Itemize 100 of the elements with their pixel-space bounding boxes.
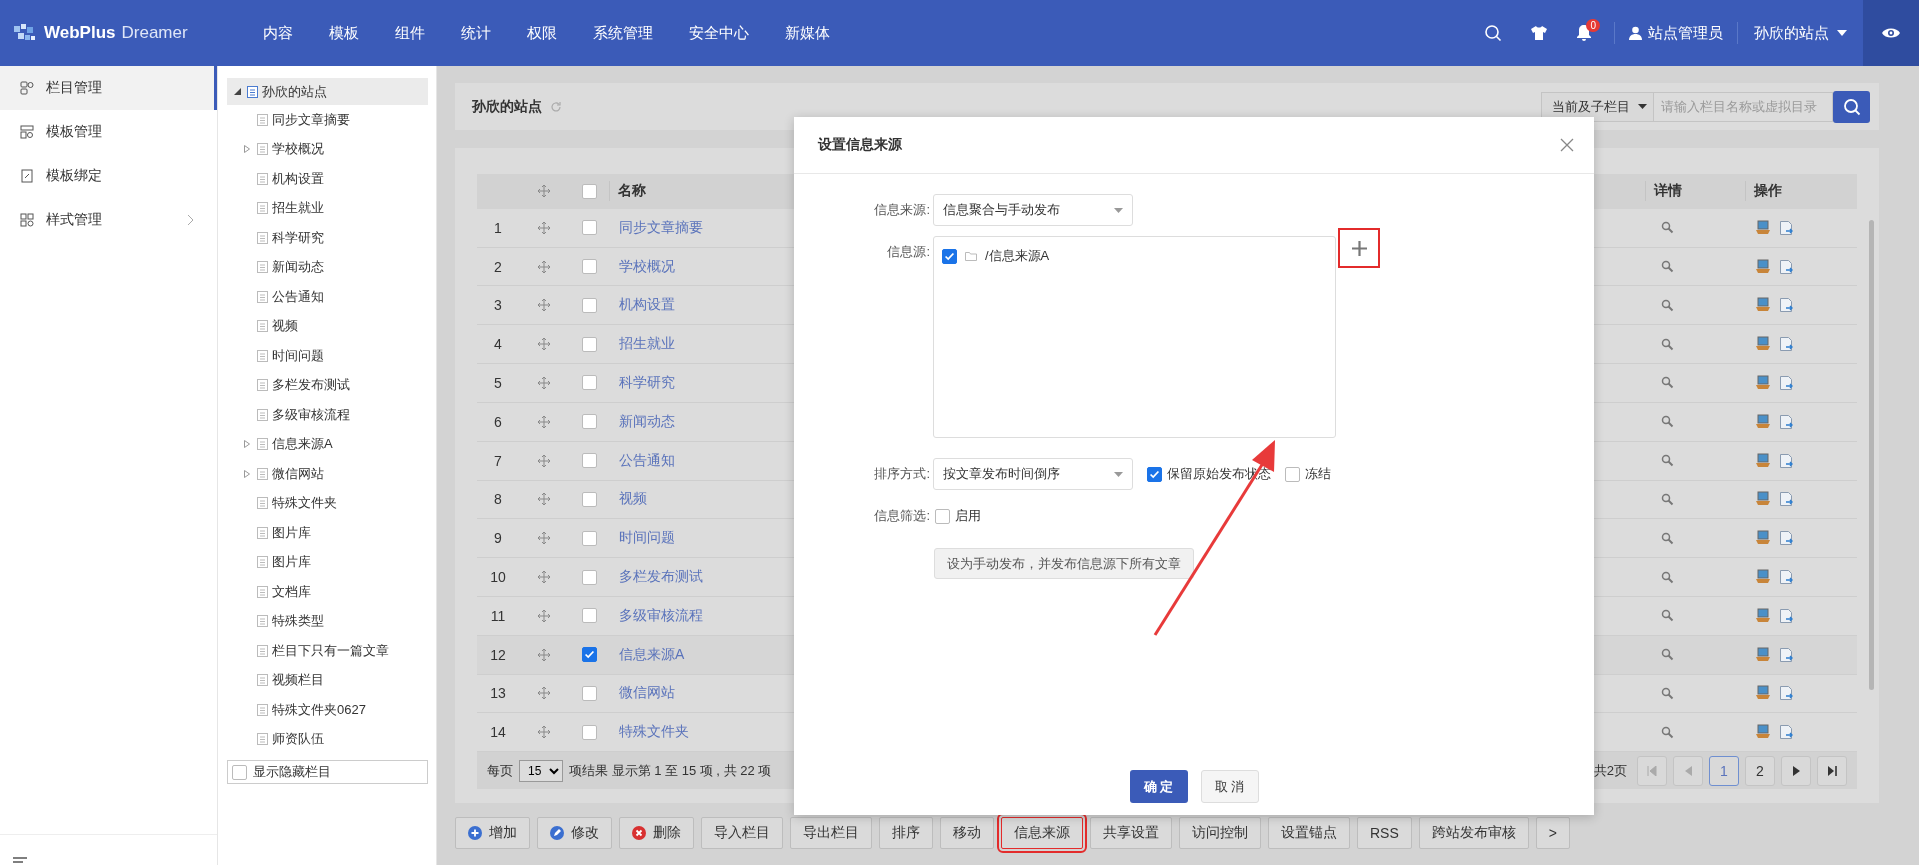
computer-icon[interactable] xyxy=(1755,297,1771,313)
document-arrow-icon[interactable] xyxy=(1779,375,1794,391)
site-selector[interactable]: 孙欣的站点 xyxy=(1738,23,1863,43)
magnifier-icon[interactable] xyxy=(1661,687,1674,700)
nav-item[interactable]: 内容 xyxy=(245,23,311,43)
row-checkbox[interactable] xyxy=(581,491,597,507)
action-button[interactable]: 访问控制 xyxy=(1179,817,1261,849)
tree-node[interactable]: 栏目下只有一篇文章 xyxy=(241,636,428,666)
nav-item[interactable]: 系统管理 xyxy=(575,23,671,43)
nav-item[interactable]: 模板 xyxy=(311,23,377,43)
checkbox[interactable] xyxy=(232,764,247,780)
tree-node[interactable]: 特殊文件夹0627 xyxy=(241,695,428,725)
action-button[interactable]: 排序 xyxy=(879,817,933,849)
sidebar-item[interactable]: 栏目管理 xyxy=(0,66,217,110)
document-arrow-icon[interactable] xyxy=(1779,452,1794,469)
tree-node[interactable]: 学校概况 xyxy=(241,134,428,164)
computer-icon[interactable] xyxy=(1755,336,1771,352)
computer-icon[interactable] xyxy=(1755,569,1771,585)
row-checkbox[interactable] xyxy=(581,647,597,663)
add-button[interactable] xyxy=(1338,228,1380,268)
tree-node[interactable]: 微信网站 xyxy=(241,459,428,489)
tree-node[interactable]: 视频 xyxy=(241,311,428,341)
computer-icon[interactable] xyxy=(1755,724,1771,740)
magnifier-icon[interactable] xyxy=(1661,298,1674,312)
document-arrow-icon[interactable] xyxy=(1779,336,1794,353)
computer-icon[interactable] xyxy=(1755,413,1771,429)
move-icon[interactable] xyxy=(537,414,551,429)
computer-icon[interactable] xyxy=(1755,375,1771,390)
action-button[interactable]: 跨站发布审核 xyxy=(1418,817,1529,849)
action-button[interactable]: > xyxy=(1535,817,1570,849)
row-checkbox[interactable] xyxy=(581,414,597,430)
column-name-link[interactable]: 科学研究 xyxy=(619,374,675,390)
document-arrow-icon[interactable] xyxy=(1779,297,1794,314)
nav-item[interactable]: 统计 xyxy=(443,23,509,43)
scope-dropdown[interactable]: 当前及子栏目 xyxy=(1541,91,1653,122)
column-name-link[interactable]: 特殊文件夹 xyxy=(619,723,689,740)
close-button[interactable] xyxy=(1560,138,1574,152)
search-button[interactable] xyxy=(1833,90,1870,123)
sort-dropdown[interactable]: 按文章发布时间倒序 xyxy=(933,458,1133,490)
user-menu[interactable]: 站点管理员 xyxy=(1614,22,1738,44)
computer-icon[interactable] xyxy=(1755,491,1771,507)
nav-item[interactable]: 组件 xyxy=(377,23,443,43)
column-name-link[interactable]: 学校概况 xyxy=(619,257,675,274)
previous-page-button[interactable] xyxy=(1673,755,1703,786)
column-name-link[interactable]: 公告通知 xyxy=(619,451,675,468)
tree-node[interactable]: 多级审核流程 xyxy=(241,400,428,430)
action-button[interactable]: 导入栏目 xyxy=(701,817,783,849)
row-checkbox[interactable] xyxy=(581,569,597,585)
column-name-link[interactable]: 多级审核流程 xyxy=(619,606,703,623)
magnifier-icon[interactable] xyxy=(1661,609,1674,623)
row-checkbox[interactable] xyxy=(581,336,597,352)
source-path[interactable]: /信息来源A xyxy=(985,247,1050,265)
move-icon[interactable] xyxy=(537,220,551,235)
action-button[interactable]: 修改 xyxy=(537,817,612,849)
scrollbar[interactable] xyxy=(1869,220,1874,690)
magnifier-icon[interactable] xyxy=(1661,531,1674,545)
magnifier-icon[interactable] xyxy=(1661,454,1674,468)
computer-icon[interactable] xyxy=(1755,685,1771,701)
tree-node[interactable]: 文档库 xyxy=(241,577,428,607)
source-dropdown[interactable]: 信息聚合与手动发布 xyxy=(933,194,1133,226)
magnifier-icon[interactable] xyxy=(1661,260,1674,274)
action-button[interactable]: 共享设置 xyxy=(1090,817,1172,849)
nav-item[interactable]: 安全中心 xyxy=(671,23,767,43)
tree-node[interactable]: 特殊类型 xyxy=(241,606,428,636)
document-arrow-icon[interactable] xyxy=(1779,724,1794,741)
row-checkbox[interactable] xyxy=(581,608,597,624)
move-icon[interactable] xyxy=(537,686,551,701)
checkbox[interactable] xyxy=(935,508,950,524)
action-button[interactable]: 导出栏目 xyxy=(790,817,872,849)
computer-icon[interactable] xyxy=(1755,646,1771,662)
row-checkbox[interactable] xyxy=(581,297,597,313)
nav-item[interactable]: 权限 xyxy=(509,23,575,43)
publish-button[interactable]: 设为手动发布，并发布信息源下所有文章 xyxy=(934,548,1194,579)
tree-node[interactable]: 多栏发布测试 xyxy=(241,370,428,400)
tree-node[interactable]: 新闻动态 xyxy=(241,252,428,282)
column-name-link[interactable]: 机构设置 xyxy=(619,296,675,313)
row-checkbox[interactable] xyxy=(581,259,597,275)
move-icon[interactable] xyxy=(537,647,551,662)
magnifier-icon[interactable] xyxy=(1661,221,1674,235)
computer-icon[interactable] xyxy=(1755,530,1771,546)
action-button[interactable]: 删除 xyxy=(619,817,694,849)
tree-node[interactable]: 孙欣的站点 xyxy=(227,78,428,105)
tree-node[interactable]: 同步文章摘要 xyxy=(241,105,428,135)
document-arrow-icon[interactable] xyxy=(1779,413,1794,430)
tree-node[interactable]: 公告通知 xyxy=(241,282,428,312)
magnifier-icon[interactable] xyxy=(1661,725,1674,739)
move-icon[interactable] xyxy=(537,259,551,274)
computer-icon[interactable] xyxy=(1755,607,1771,623)
next-page-button[interactable] xyxy=(1781,755,1811,786)
document-arrow-icon[interactable] xyxy=(1779,685,1794,702)
search-field[interactable]: 请输入栏目名称或虚拟目录 xyxy=(1653,91,1833,122)
row-checkbox[interactable] xyxy=(581,530,597,546)
tree-node[interactable]: 机构设置 xyxy=(241,164,428,194)
move-icon[interactable] xyxy=(537,376,551,390)
select-all-checkbox[interactable] xyxy=(581,183,597,199)
magnifier-icon[interactable] xyxy=(1661,415,1674,429)
tree-node[interactable]: 视频栏目 xyxy=(241,665,428,695)
tree-node[interactable]: 时间问题 xyxy=(241,341,428,371)
move-icon[interactable] xyxy=(537,184,551,199)
document-arrow-icon[interactable] xyxy=(1779,258,1794,275)
